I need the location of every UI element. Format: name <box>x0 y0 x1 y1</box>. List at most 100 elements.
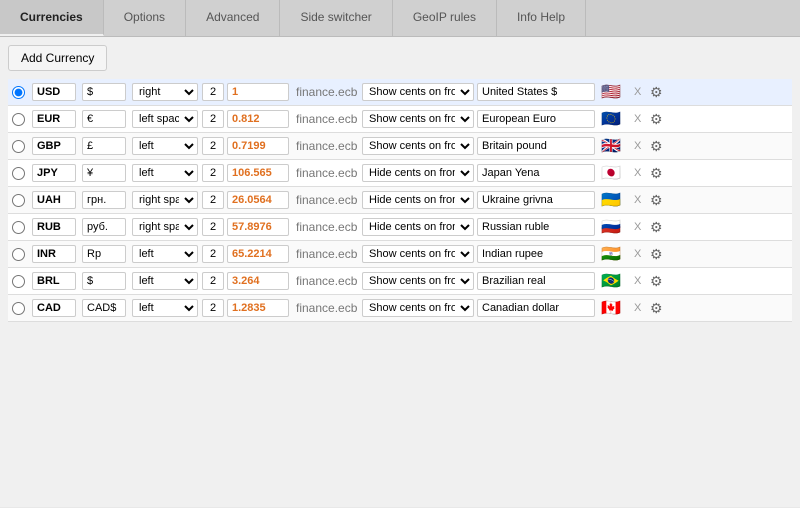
currency-symbol-input[interactable] <box>82 245 126 263</box>
currency-decimals-input[interactable] <box>202 272 224 290</box>
currency-settings-button[interactable]: ⚙ <box>650 219 672 236</box>
currency-code-input[interactable] <box>32 272 76 290</box>
currency-flag: 🇪🇺 <box>597 110 625 128</box>
currency-settings-button[interactable]: ⚙ <box>650 273 672 290</box>
currency-cents-select[interactable]: Show cents on frontHide cents on front <box>362 245 474 263</box>
currency-position-select[interactable]: leftrightleft spaceright space <box>132 299 198 317</box>
currency-settings-button[interactable]: ⚙ <box>650 111 672 128</box>
currency-code-input[interactable] <box>32 83 76 101</box>
tab-currencies[interactable]: Currencies <box>0 0 104 36</box>
currency-delete-button[interactable]: X <box>632 167 650 179</box>
currency-delete-button[interactable]: X <box>632 113 650 125</box>
currency-cents-select[interactable]: Show cents on frontHide cents on front <box>362 83 474 101</box>
currency-code-input[interactable] <box>32 110 76 128</box>
currency-delete-button[interactable]: X <box>632 140 650 152</box>
currency-radio[interactable] <box>12 167 25 180</box>
currency-symbol-input[interactable] <box>82 191 126 209</box>
currency-rate-input[interactable] <box>227 218 289 236</box>
currency-symbol-input[interactable] <box>82 83 126 101</box>
currency-position-select[interactable]: leftrightleft spaceright space <box>132 164 198 182</box>
currency-name-input[interactable] <box>477 191 595 209</box>
currency-radio[interactable] <box>12 221 25 234</box>
currency-delete-button[interactable]: X <box>632 86 650 98</box>
currency-symbol-input[interactable] <box>82 137 126 155</box>
currency-delete-button[interactable]: X <box>632 275 650 287</box>
tab-geoip-rules[interactable]: GeoIP rules <box>393 0 497 36</box>
currency-rate-input[interactable] <box>227 299 289 317</box>
currency-name-input[interactable] <box>477 272 595 290</box>
currency-cents-select[interactable]: Show cents on frontHide cents on front <box>362 272 474 290</box>
currency-position-select[interactable]: leftrightleft spaceright space <box>132 218 198 236</box>
currency-settings-button[interactable]: ⚙ <box>650 138 672 155</box>
currency-symbol-input[interactable] <box>82 218 126 236</box>
currency-name-input[interactable] <box>477 218 595 236</box>
currency-cents-select[interactable]: Show cents on frontHide cents on front <box>362 218 474 236</box>
currency-settings-button[interactable]: ⚙ <box>650 246 672 263</box>
currency-radio[interactable] <box>12 275 25 288</box>
currency-symbol-input[interactable] <box>82 164 126 182</box>
currency-name-input[interactable] <box>477 83 595 101</box>
currency-radio[interactable] <box>12 248 25 261</box>
currency-cents-select[interactable]: Show cents on frontHide cents on front <box>362 299 474 317</box>
currency-rate-input[interactable] <box>227 191 289 209</box>
currency-rate-input[interactable] <box>227 83 289 101</box>
currency-code-input[interactable] <box>32 299 76 317</box>
tab-options[interactable]: Options <box>104 0 186 36</box>
currency-radio[interactable] <box>12 113 25 126</box>
currency-settings-button[interactable]: ⚙ <box>650 300 672 317</box>
currency-settings-button[interactable]: ⚙ <box>650 84 672 101</box>
currency-code-input[interactable] <box>32 218 76 236</box>
currency-flag: 🇯🇵 <box>597 164 625 182</box>
currency-position-select[interactable]: leftrightleft spaceright space <box>132 83 198 101</box>
currency-position-select[interactable]: leftrightleft spaceright space <box>132 110 198 128</box>
currency-name-input[interactable] <box>477 164 595 182</box>
currency-decimals-input[interactable] <box>202 218 224 236</box>
currency-decimals-input[interactable] <box>202 110 224 128</box>
currency-settings-button[interactable]: ⚙ <box>650 192 672 209</box>
currency-rate-input[interactable] <box>227 110 289 128</box>
currency-symbol-input[interactable] <box>82 299 126 317</box>
table-row: leftrightleft spaceright space finance.e… <box>8 106 792 133</box>
currency-decimals-input[interactable] <box>202 245 224 263</box>
currency-decimals-input[interactable] <box>202 299 224 317</box>
currency-cents-select[interactable]: Show cents on frontHide cents on front <box>362 110 474 128</box>
currency-delete-button[interactable]: X <box>632 221 650 233</box>
tab-info-help[interactable]: Info Help <box>497 0 586 36</box>
currency-decimals-input[interactable] <box>202 164 224 182</box>
currency-settings-button[interactable]: ⚙ <box>650 165 672 182</box>
tab-side-switcher[interactable]: Side switcher <box>280 0 392 36</box>
currency-name-input[interactable] <box>477 299 595 317</box>
currency-rate-input[interactable] <box>227 137 289 155</box>
currency-delete-button[interactable]: X <box>632 194 650 206</box>
currency-code-input[interactable] <box>32 245 76 263</box>
currency-name-input[interactable] <box>477 110 595 128</box>
tab-advanced[interactable]: Advanced <box>186 0 280 36</box>
currency-name-input[interactable] <box>477 245 595 263</box>
currency-decimals-input[interactable] <box>202 191 224 209</box>
currency-cents-select[interactable]: Show cents on frontHide cents on front <box>362 191 474 209</box>
currency-position-select[interactable]: leftrightleft spaceright space <box>132 272 198 290</box>
currency-code-input[interactable] <box>32 137 76 155</box>
currency-rate-input[interactable] <box>227 272 289 290</box>
currency-cents-select[interactable]: Show cents on frontHide cents on front <box>362 137 474 155</box>
currency-radio[interactable] <box>12 86 25 99</box>
add-currency-button[interactable]: Add Currency <box>8 45 107 71</box>
currency-decimals-input[interactable] <box>202 83 224 101</box>
currency-rate-input[interactable] <box>227 245 289 263</box>
currency-position-select[interactable]: leftrightleft spaceright space <box>132 191 198 209</box>
currency-symbol-input[interactable] <box>82 110 126 128</box>
currency-radio[interactable] <box>12 194 25 207</box>
currency-symbol-input[interactable] <box>82 272 126 290</box>
currency-cents-select[interactable]: Show cents on frontHide cents on front <box>362 164 474 182</box>
currency-radio[interactable] <box>12 140 25 153</box>
currency-position-select[interactable]: leftrightleft spaceright space <box>132 137 198 155</box>
currency-rate-input[interactable] <box>227 164 289 182</box>
currency-name-input[interactable] <box>477 137 595 155</box>
currency-code-input[interactable] <box>32 164 76 182</box>
currency-delete-button[interactable]: X <box>632 302 650 314</box>
currency-code-input[interactable] <box>32 191 76 209</box>
currency-decimals-input[interactable] <box>202 137 224 155</box>
currency-radio[interactable] <box>12 302 25 315</box>
currency-position-select[interactable]: leftrightleft spaceright space <box>132 245 198 263</box>
currency-delete-button[interactable]: X <box>632 248 650 260</box>
